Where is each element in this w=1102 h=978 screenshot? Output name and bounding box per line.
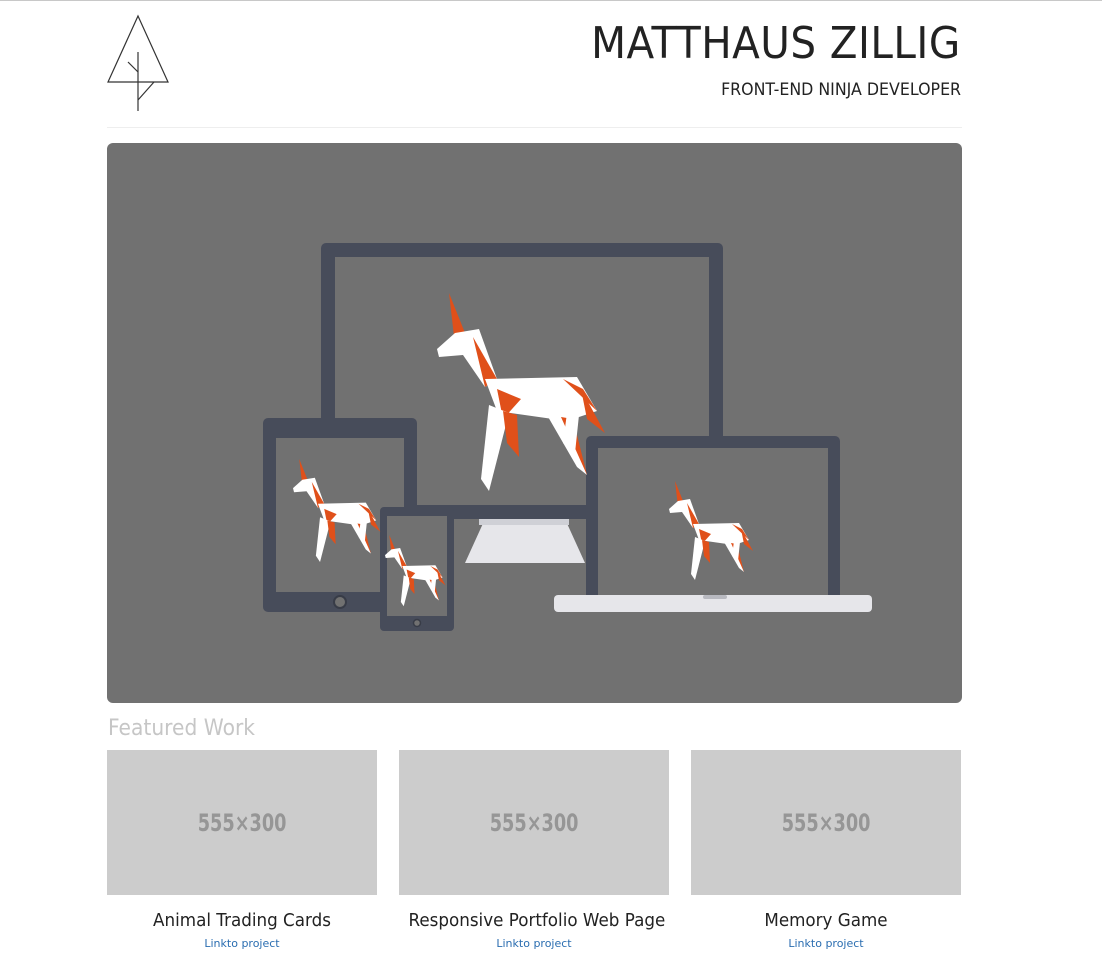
project-card: 555×300 Animal Trading Cards Linkto proj… <box>107 750 377 951</box>
project-card: 555×300 Memory Game Linkto project <box>691 750 961 951</box>
project-thumbnail[interactable]: 555×300 <box>691 750 961 895</box>
project-title: Animal Trading Cards <box>153 910 331 931</box>
project-title: Memory Game <box>764 910 888 931</box>
site-subtitle: FRONT-END NINJA DEVELOPER <box>721 80 961 100</box>
header-divider <box>107 127 962 128</box>
thumbnail-placeholder-label: 555×300 <box>781 808 871 837</box>
hero-image <box>107 143 962 703</box>
top-border <box>0 0 1102 1</box>
devices-with-unicorns-illustration <box>263 243 872 631</box>
site-title: MATTHAUS ZILLIG <box>591 18 961 69</box>
project-link[interactable]: Linkto project <box>788 937 863 950</box>
project-title: Responsive Portfolio Web Page <box>408 910 666 931</box>
project-thumbnail[interactable]: 555×300 <box>107 750 377 895</box>
project-thumbnail[interactable]: 555×300 <box>399 750 669 895</box>
project-link[interactable]: Linkto project <box>496 937 571 950</box>
tree-logo-icon[interactable] <box>106 14 170 114</box>
project-card: 555×300 Responsive Portfolio Web Page Li… <box>399 750 669 951</box>
project-link[interactable]: Linkto project <box>204 937 279 950</box>
thumbnail-placeholder-label: 555×300 <box>197 808 287 837</box>
thumbnail-placeholder-label: 555×300 <box>489 808 579 837</box>
featured-work-heading: Featured Work <box>108 716 256 741</box>
